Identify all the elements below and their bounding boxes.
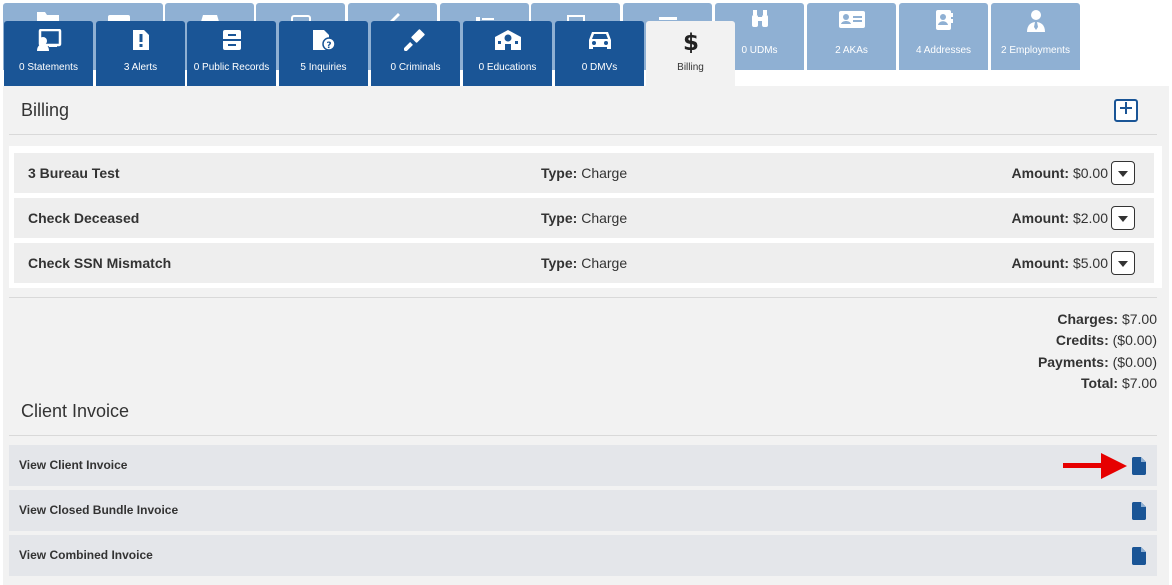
charge-type: Type: Charge xyxy=(541,165,628,181)
charge-dropdown-button[interactable] xyxy=(1111,251,1135,275)
charge-row: Check SSN Mismatch Type: Charge Amount: … xyxy=(14,243,1154,283)
document-icon[interactable] xyxy=(1132,547,1146,568)
chalkboard-icon xyxy=(36,29,62,51)
tab-criminals-label: 0 Criminals xyxy=(390,62,441,73)
akas-tab-label: 2 AKAs xyxy=(835,45,868,56)
svg-text:?: ? xyxy=(326,41,331,51)
totals-credits: Credits: ($0.00) xyxy=(1055,332,1157,349)
invoice-row-label: View Combined Invoice xyxy=(19,548,153,562)
charge-amount: Amount: $0.00 xyxy=(1011,165,1108,181)
add-charge-button[interactable] xyxy=(1114,99,1138,122)
address-book-icon xyxy=(934,9,954,31)
charge-row: 3 Bureau Test Type: Charge Amount: $0.00 xyxy=(14,153,1154,193)
divider xyxy=(9,134,1157,135)
invoice-row-label: View Client Invoice xyxy=(19,458,128,472)
employments-tab-label: 2 Employments xyxy=(1001,45,1070,56)
tab-alerts[interactable]: 3 Alerts xyxy=(96,21,185,88)
akas-tab[interactable]: 2 AKAs xyxy=(807,3,896,70)
tab-public-records-label: 0 Public Records xyxy=(193,62,270,73)
tab-alerts-label: 3 Alerts xyxy=(123,62,158,73)
addresses-tab-label: 4 Addresses xyxy=(915,45,972,56)
charge-type: Type: Charge xyxy=(541,255,628,271)
user-tie-icon xyxy=(1025,9,1047,33)
view-closed-bundle-invoice-row[interactable]: View Closed Bundle Invoice xyxy=(9,490,1157,531)
divider xyxy=(9,435,1157,436)
tab-statements[interactable]: 0 Statements xyxy=(4,21,93,88)
tab-inquiries[interactable]: ? 5 Inquiries xyxy=(279,21,368,88)
svg-text:$: $ xyxy=(683,30,699,53)
document-icon[interactable] xyxy=(1132,502,1146,523)
billing-title: Billing xyxy=(21,100,70,120)
charge-name: Check SSN Mismatch xyxy=(28,255,172,271)
tab-statements-label: 0 Statements xyxy=(19,62,78,73)
dollar-icon: $ xyxy=(683,29,699,53)
tab-inquiries-label: 5 Inquiries xyxy=(300,62,347,73)
billing-screen: 0 UDMs 2 AKAs 4 Addresses 2 Employments … xyxy=(0,0,1172,585)
addresses-tab[interactable]: 4 Addresses xyxy=(899,3,988,70)
charge-type: Type: Charge xyxy=(541,210,628,226)
tab-dmvs-label: 0 DMVs xyxy=(581,62,618,73)
caret-down-icon xyxy=(1117,255,1129,271)
binoculars-icon xyxy=(750,9,770,29)
invoice-row-label: View Closed Bundle Invoice xyxy=(19,503,179,517)
charge-name: Check Deceased xyxy=(28,210,140,226)
charges-list: 3 Bureau Test Type: Charge Amount: $0.00… xyxy=(9,146,1162,288)
charge-name: 3 Bureau Test xyxy=(28,165,120,181)
caret-down-icon xyxy=(1117,210,1129,226)
view-combined-invoice-row[interactable]: View Combined Invoice xyxy=(9,535,1157,576)
tab-billing-label: Billing xyxy=(677,62,704,73)
car-icon xyxy=(587,29,613,51)
tab-educations[interactable]: 0 Educations xyxy=(463,21,552,88)
totals-charges: Charges: $7.00 xyxy=(1057,311,1157,327)
charge-amount: Amount: $2.00 xyxy=(1011,210,1108,226)
file-cabinet-icon xyxy=(222,29,242,51)
charge-dropdown-button[interactable] xyxy=(1111,161,1135,185)
charge-row: Check Deceased Type: Charge Amount: $2.0… xyxy=(14,198,1154,238)
alert-file-icon xyxy=(132,29,150,51)
tab-public-records[interactable]: 0 Public Records xyxy=(187,21,276,88)
totals-total: Total: $7.00 xyxy=(1080,374,1157,391)
employments-tab[interactable]: 2 Employments xyxy=(991,3,1080,70)
document-icon[interactable] xyxy=(1132,457,1146,478)
charge-dropdown-button[interactable] xyxy=(1111,206,1135,230)
charge-amount: Amount: $5.00 xyxy=(1011,255,1108,271)
client-invoice-title: Client Invoice xyxy=(21,401,130,421)
tab-billing[interactable]: $ Billing xyxy=(646,21,735,88)
billing-totals: Charges: $7.00 Credits: ($0.00) Payments… xyxy=(1038,309,1157,394)
tab-educations-label: 0 Educations xyxy=(478,62,537,73)
totals-payments: Payments: ($0.00) xyxy=(1037,353,1157,370)
red-arrow-icon xyxy=(1063,451,1127,486)
id-card-icon xyxy=(838,9,866,29)
inquiry-file-icon: ? xyxy=(312,29,336,51)
view-client-invoice-row[interactable]: View Client Invoice xyxy=(9,445,1157,486)
gavel-icon xyxy=(403,29,428,51)
divider xyxy=(9,297,1157,298)
tab-criminals[interactable]: 0 Criminals xyxy=(371,21,460,88)
caret-down-icon xyxy=(1117,165,1129,181)
school-icon xyxy=(494,29,522,51)
plus-icon xyxy=(1119,101,1133,120)
tab-dmvs[interactable]: 0 DMVs xyxy=(555,21,644,88)
